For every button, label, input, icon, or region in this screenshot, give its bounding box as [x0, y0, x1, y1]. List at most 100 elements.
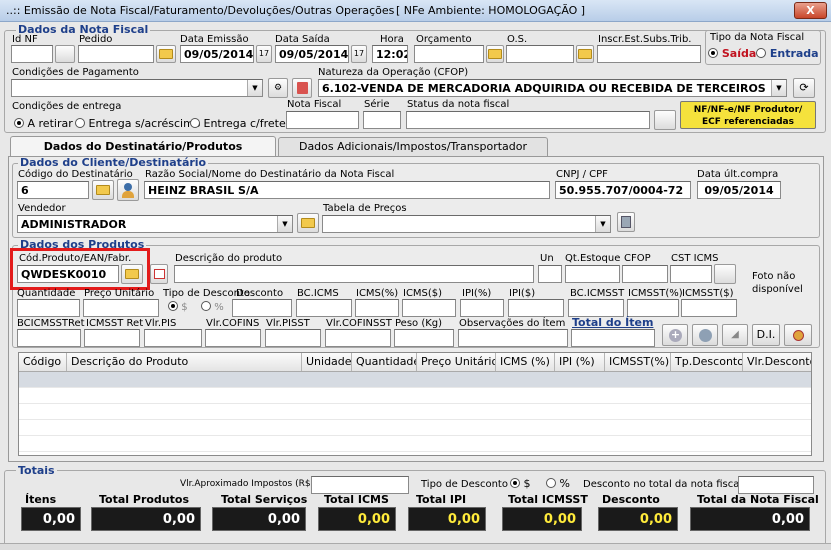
- col-quantidade[interactable]: Quantidade: [352, 353, 417, 371]
- items-table[interactable]: Código Descrição do Produto Unidade Quan…: [18, 352, 812, 456]
- produto-list-button[interactable]: [150, 264, 168, 284]
- calendar-icon[interactable]: 17: [351, 45, 367, 63]
- vlr-cofins-input[interactable]: [205, 329, 261, 347]
- col-preco[interactable]: Preço Unitário: [417, 353, 496, 371]
- folder-icon: [96, 185, 110, 195]
- obs-input[interactable]: [458, 329, 568, 347]
- un-input[interactable]: [538, 265, 562, 283]
- desc-produto-input[interactable]: [174, 265, 534, 283]
- icmsst-val-input[interactable]: [681, 299, 737, 317]
- cst-input[interactable]: [670, 265, 712, 283]
- desconto-input[interactable]: [232, 299, 292, 317]
- radio-icon: [201, 301, 211, 311]
- totais-pct-radio[interactable]: %: [546, 477, 570, 490]
- pedido-folder-button[interactable]: [156, 45, 176, 63]
- natureza-refresh-button[interactable]: ⟳: [793, 78, 815, 98]
- bcicmsst-ret-input[interactable]: [17, 329, 81, 347]
- data-compra-input[interactable]: 09/05/2014: [697, 181, 781, 199]
- id-nf-search-button[interactable]: [55, 45, 75, 63]
- insc-input[interactable]: [597, 45, 701, 63]
- ipi-pct-input[interactable]: [460, 299, 504, 317]
- codigo-dest-folder-button[interactable]: [92, 180, 114, 200]
- a-retirar-radio[interactable]: A retirar: [14, 117, 73, 130]
- status-input[interactable]: [406, 111, 650, 129]
- vlr-aprox-input[interactable]: [311, 476, 409, 494]
- tab-dados-adicionais[interactable]: Dados Adicionais/Impostos/Transportador: [278, 137, 548, 156]
- icmsst-ret-label: ICMSST Ret: [86, 318, 144, 329]
- orcamento-input[interactable]: [414, 45, 484, 63]
- col-tp-desconto[interactable]: Tp.Desconto: [671, 353, 743, 371]
- vendedor-select[interactable]: ADMINISTRADOR ▼: [17, 215, 293, 233]
- total-nota-label: Total da Nota Fiscal: [697, 493, 819, 506]
- pedido-input[interactable]: [78, 45, 154, 63]
- col-icms[interactable]: ICMS (%): [496, 353, 555, 371]
- tabela-select[interactable]: ▼: [322, 215, 611, 233]
- folder-icon: [159, 49, 173, 59]
- cond-pag-add-button[interactable]: [292, 78, 312, 98]
- qt-estoque-input[interactable]: [565, 265, 620, 283]
- edit-item-button[interactable]: [692, 324, 718, 346]
- cliente-user-button[interactable]: [117, 179, 139, 201]
- cnpj-input[interactable]: 50.955.707/0004-72: [555, 181, 691, 199]
- cond-pag-select[interactable]: ▼: [11, 79, 263, 97]
- calculator-button[interactable]: [617, 212, 635, 232]
- icms-pct-input[interactable]: [355, 299, 399, 317]
- calendar-icon[interactable]: 17: [256, 45, 272, 63]
- ipi-val-input[interactable]: [508, 299, 564, 317]
- close-button[interactable]: X: [794, 2, 827, 19]
- col-vlr-desconto[interactable]: Vlr.Desconto: [743, 353, 811, 371]
- peso-input[interactable]: [394, 329, 454, 347]
- entrega-c-radio[interactable]: Entrega c/frete: [190, 117, 286, 130]
- icmsst-pct-input[interactable]: [627, 299, 679, 317]
- vlr-cofinsst-input[interactable]: [325, 329, 391, 347]
- cfop-input[interactable]: [622, 265, 668, 283]
- col-icmsst[interactable]: ICMSST(%): [605, 353, 671, 371]
- hora-input[interactable]: 12:02: [372, 45, 408, 63]
- total-item-input[interactable]: [571, 329, 655, 347]
- orcamento-folder-button[interactable]: [486, 45, 504, 63]
- serie-input[interactable]: [363, 111, 401, 129]
- id-nf-input[interactable]: [11, 45, 53, 63]
- id-nf-label: Id NF: [12, 34, 38, 45]
- add-item-button[interactable]: +: [662, 324, 688, 346]
- icmsst-ret-input[interactable]: [84, 329, 140, 347]
- radio-icon: [510, 478, 520, 488]
- col-descricao[interactable]: Descrição do Produto: [67, 353, 302, 371]
- vlr-pisst-input[interactable]: [265, 329, 321, 347]
- quantidade-input[interactable]: [17, 299, 80, 317]
- icms-val-input[interactable]: [402, 299, 456, 317]
- col-codigo[interactable]: Código: [19, 353, 67, 371]
- tab-destinatario-produtos[interactable]: Dados do Destinatário/Produtos: [10, 136, 276, 157]
- col-ipi[interactable]: IPI (%): [555, 353, 605, 371]
- bc-icmsst-input[interactable]: [568, 299, 624, 317]
- vlr-pis-input[interactable]: [144, 329, 202, 347]
- preco-input[interactable]: [83, 299, 159, 317]
- di-button[interactable]: D.I.: [752, 324, 780, 346]
- nf-referenciadas-button[interactable]: NF/NF-e/NF Produtor/ECF referenciadas: [680, 101, 816, 129]
- nota-fiscal-input[interactable]: [286, 111, 359, 129]
- remove-item-button[interactable]: [784, 324, 812, 346]
- cond-pag-config-button[interactable]: ⚙: [268, 78, 288, 98]
- totais-dollar-radio[interactable]: $: [510, 477, 531, 490]
- status-button[interactable]: [654, 110, 676, 130]
- codigo-dest-input[interactable]: 6: [17, 181, 89, 199]
- table-row[interactable]: [19, 372, 811, 387]
- os-input[interactable]: [506, 45, 574, 63]
- desc-pct-radio[interactable]: %: [201, 301, 224, 313]
- desc-total-input[interactable]: [738, 476, 814, 494]
- desc-dollar-radio[interactable]: $: [168, 301, 188, 313]
- data-saida-input[interactable]: 09/05/2014: [275, 45, 349, 63]
- os-folder-button[interactable]: [576, 45, 594, 63]
- entrega-s-radio[interactable]: Entrega s/acréscimo: [75, 117, 201, 130]
- entrada-radio[interactable]: Entrada: [756, 47, 819, 60]
- desc-produto-label: Descrição do produto: [175, 253, 283, 264]
- natureza-select[interactable]: 6.102-VENDA DE MERCADORIA ADQUIRIDA OU R…: [318, 79, 787, 97]
- saida-radio[interactable]: Saída: [708, 47, 756, 60]
- clear-item-button[interactable]: ◢: [722, 324, 748, 346]
- cst-button[interactable]: [714, 264, 736, 284]
- col-unidade[interactable]: Unidade: [302, 353, 352, 371]
- vendedor-folder-button[interactable]: [297, 213, 319, 233]
- data-emissao-input[interactable]: 09/05/2014: [180, 45, 254, 63]
- razao-input[interactable]: HEINZ BRASIL S/A: [144, 181, 550, 199]
- bc-icms-input[interactable]: [296, 299, 352, 317]
